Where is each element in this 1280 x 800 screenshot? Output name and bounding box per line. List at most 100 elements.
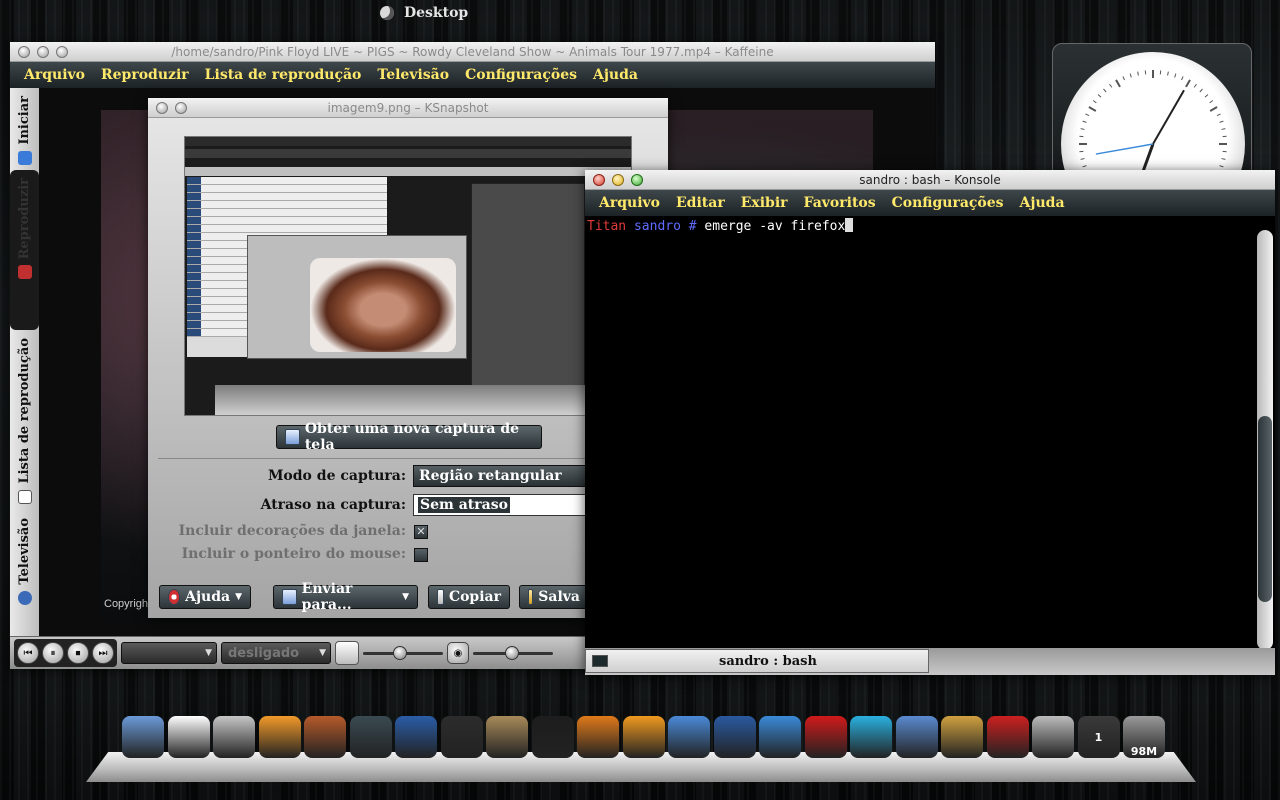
volume-slider[interactable] [363,642,443,664]
session-tab[interactable]: sandro : bash [585,649,929,673]
gimp-icon[interactable] [486,716,528,758]
capture-delay-label: Atraso na captura: [260,497,406,513]
desktop-label[interactable]: Desktop [380,3,468,23]
menu-lista-de-reproducao[interactable]: Lista de reprodução [197,67,370,83]
konsole-tab-bar: sandro : bash [585,648,1275,675]
clock-tick [1115,79,1121,88]
menu-editar[interactable]: Editar [668,195,733,211]
menu-ajuda[interactable]: Ajuda [1012,195,1073,211]
send-to-button[interactable]: Enviar para... ▼ [273,581,418,613]
preview-filter-bar [185,167,631,176]
tab-reproduzir[interactable]: Reproduzir [10,170,39,330]
volume-slider-knob[interactable] [392,646,407,660]
opera-icon[interactable] [804,716,847,758]
menu-reproduzir[interactable]: Reproduzir [93,67,197,83]
close-button[interactable] [18,45,30,58]
clock-tick [1167,71,1169,76]
chrome-icon[interactable] [668,716,710,758]
menu-arquivo[interactable]: Arquivo [591,195,668,211]
seek-slider[interactable] [473,642,553,664]
konsole-window[interactable]: sandro : bash – Konsole Arquivo Editar E… [585,170,1275,675]
media-tools-icon[interactable] [213,716,255,758]
chevron-down-icon: ▼ [205,648,212,658]
kaffeine-titlebar[interactable]: /home/sandro/Pink Floyd LIVE ~ PIGS ~ Ro… [10,42,935,62]
ksnapshot-titlebar[interactable]: imagem9.png – KSnapshot [148,98,668,118]
terminal-command: emerge -av firefox [704,219,846,234]
analog-clock-widget[interactable] [1052,43,1252,183]
virtualbox-icon[interactable] [895,716,938,758]
kolourpaint-icon[interactable] [941,716,983,758]
menu-exibir[interactable]: Exibir [733,195,796,211]
tab-iniciar[interactable]: Iniciar [10,96,39,165]
maximize-button[interactable] [56,45,68,58]
menu-favoritos[interactable]: Favoritos [796,195,884,211]
trash-icon[interactable]: 98M [1123,716,1165,758]
tab-iniciar-label: Iniciar [17,96,32,145]
skype-icon[interactable] [850,716,892,758]
maximize-button[interactable] [631,173,643,186]
menu-configuracoes[interactable]: Configurações [884,195,1012,211]
mail-at-icon[interactable] [1032,716,1074,758]
new-capture-button[interactable]: Obter uma nova captura de tela [276,421,542,453]
tab-lista-de-reproducao[interactable]: Lista de reprodução [10,338,39,504]
scrollbar-thumb[interactable] [1258,416,1272,602]
terminal-panel-icon[interactable] [440,716,483,758]
clock-tick [1199,88,1203,93]
konsole-titlebar[interactable]: sandro : bash – Konsole [585,170,1275,190]
preview-gimp-toolbox [471,183,585,413]
menu-arquivo[interactable]: Arquivo [16,67,93,83]
next-button[interactable]: ⏭ [92,642,114,664]
copy-icon [437,589,444,605]
thunderbird-icon[interactable] [713,716,756,758]
window-title: /home/sandro/Pink Floyd LIVE ~ PIGS ~ Ro… [171,44,774,59]
minimize-button[interactable] [175,101,187,114]
screenshot-preview[interactable] [184,136,632,416]
save-button[interactable]: Salva [519,585,589,609]
orange-slices-icon[interactable] [258,716,301,758]
terminal-scrollbar[interactable] [1257,230,1273,650]
include-decorations-checkbox[interactable]: ✕ [414,525,428,539]
steam-icon[interactable] [531,716,574,758]
document-icon[interactable] [167,716,210,758]
camera-icon [285,429,300,445]
tab-televisao[interactable]: Televisão [10,518,39,605]
stop-button[interactable]: ⏹ [67,642,89,664]
new-capture-label: Obter uma nova captura de tela [304,421,520,453]
clock-tick [1080,158,1085,160]
rss-icon[interactable] [622,716,665,758]
safari-icon[interactable] [759,716,801,758]
playlist-toggle-icon[interactable] [335,641,359,665]
seek-slider-knob[interactable] [504,646,519,660]
close-button[interactable] [593,173,605,186]
system-monitor-icon[interactable] [395,716,437,758]
coffee-cup-icon[interactable] [304,716,346,758]
audio-track-combo[interactable]: ▼ [121,642,217,664]
subtitle-combo[interactable]: desligado ▼ [221,642,331,664]
menu-televisao[interactable]: Televisão [369,67,457,83]
menu-configuracoes[interactable]: Configurações [457,67,585,83]
youtube-icon[interactable] [986,716,1029,758]
preview-tab-bar [185,149,631,158]
mute-button[interactable]: ◉ [447,642,469,664]
dock: 1 98M [86,716,1196,782]
clock-minute-hand [1152,89,1185,145]
chess-icon[interactable] [577,716,619,758]
clock-tick [1122,76,1125,81]
minimize-button[interactable] [37,45,49,58]
window-title: imagem9.png – KSnapshot [327,100,489,115]
include-pointer-checkbox[interactable] [414,548,428,562]
terminal-screen[interactable]: Titan sandro # emerge -av firefox [585,216,1255,648]
minimize-button[interactable] [612,173,624,186]
previous-button[interactable]: ⏮ [17,642,39,664]
help-button[interactable]: Ajuda ▼ [159,585,251,609]
workspace-switcher-icon[interactable]: 1 [1077,716,1120,758]
clock-tick [1103,88,1107,93]
copy-button[interactable]: Copiar [428,585,510,609]
close-button[interactable] [156,101,168,114]
time-machine-icon[interactable] [349,716,392,758]
terminal-icon [592,655,608,667]
play-media-icon [17,265,32,280]
menu-ajuda[interactable]: Ajuda [585,67,646,83]
finder-icon[interactable] [122,716,164,758]
pause-button[interactable]: ⏸ [42,642,64,664]
